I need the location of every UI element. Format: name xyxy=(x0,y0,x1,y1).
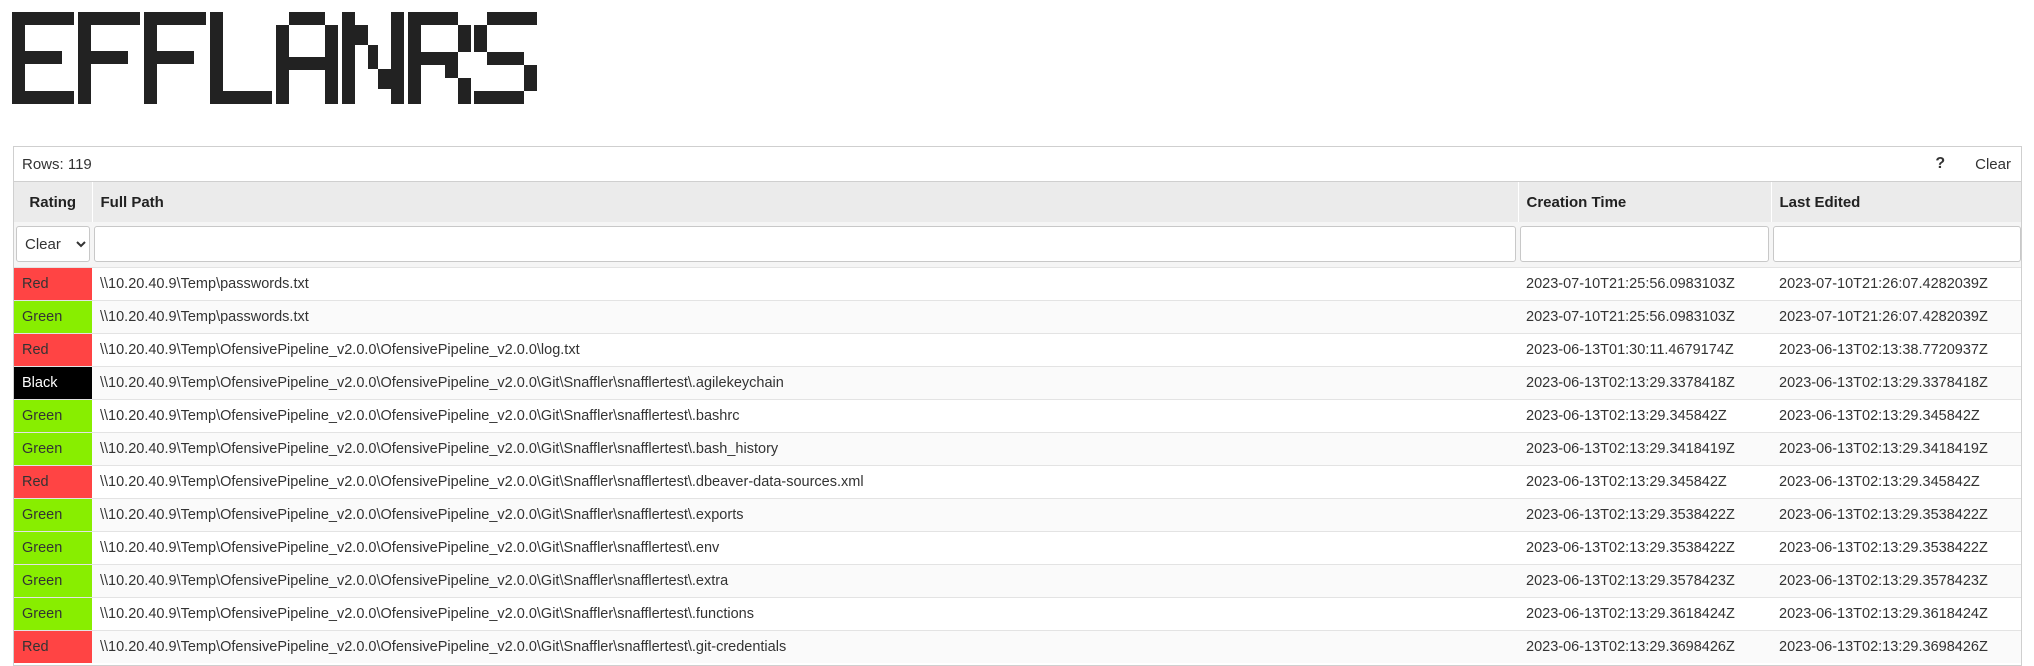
clear-filters-button[interactable]: Clear xyxy=(1975,156,2011,173)
table-row[interactable]: Black \\10.20.40.9\Temp\OfensivePipeline… xyxy=(14,365,2021,399)
table-row[interactable]: Green \\10.20.40.9\Temp\OfensivePipeline… xyxy=(14,530,2021,564)
table-row[interactable]: Green \\10.20.40.9\Temp\OfensivePipeline… xyxy=(14,596,2021,630)
table-row[interactable]: Red \\10.20.40.9\Temp\passwords.txt 2023… xyxy=(14,266,2021,300)
last-edited-cell: 2023-06-13T02:13:29.3378418Z xyxy=(1771,365,2021,399)
creation-time-cell: 2023-06-13T02:13:29.3538422Z xyxy=(1518,530,1771,564)
table-row[interactable]: Red \\10.20.40.9\Temp\OfensivePipeline_v… xyxy=(14,629,2021,663)
creation-time-cell: 2023-06-13T01:30:11.4679174Z xyxy=(1518,332,1771,366)
rating-cell: Green xyxy=(14,596,92,630)
rating-cell: Green xyxy=(14,299,92,333)
creation-time-filter-input[interactable] xyxy=(1520,226,1769,263)
row-count: Rows: 119 xyxy=(22,155,92,173)
rating-cell: Red xyxy=(14,332,92,366)
rating-cell: Green xyxy=(14,398,92,432)
results-table: Rating Full Path Creation Time Last Edit… xyxy=(14,182,2021,663)
column-header-full-path[interactable]: Full Path xyxy=(92,182,1519,222)
path-cell: \\10.20.40.9\Temp\passwords.txt xyxy=(92,266,1518,300)
table-row[interactable]: Green \\10.20.40.9\Temp\OfensivePipeline… xyxy=(14,497,2021,531)
rating-cell: Black xyxy=(14,365,92,399)
rating-cell: Red xyxy=(14,464,92,498)
last-edited-cell: 2023-06-13T02:13:29.3538422Z xyxy=(1771,497,2021,531)
table-row[interactable]: Green \\10.20.40.9\Temp\passwords.txt 20… xyxy=(14,299,2021,333)
last-edited-cell: 2023-06-13T02:13:29.345842Z xyxy=(1771,464,2021,498)
last-edited-filter-input[interactable] xyxy=(1773,226,2021,263)
rating-cell: Red xyxy=(14,629,92,663)
rating-cell: Green xyxy=(14,497,92,531)
path-cell: \\10.20.40.9\Temp\OfensivePipeline_v2.0.… xyxy=(92,563,1518,597)
edited-filter-cell xyxy=(1771,222,2021,267)
results-panel: Rows: 119 ? Clear Rating Full Path Creat… xyxy=(13,146,2022,666)
last-edited-cell: 2023-06-13T02:13:29.3698426Z xyxy=(1771,629,2021,663)
rating-cell: Green xyxy=(14,431,92,465)
path-cell: \\10.20.40.9\Temp\OfensivePipeline_v2.0.… xyxy=(92,464,1518,498)
last-edited-cell: 2023-06-13T02:13:29.3578423Z xyxy=(1771,563,2021,597)
path-filter-cell xyxy=(92,222,1518,267)
path-cell: \\10.20.40.9\Temp\passwords.txt xyxy=(92,299,1518,333)
creation-time-cell: 2023-06-13T02:13:29.345842Z xyxy=(1518,398,1771,432)
header-row: Rating Full Path Creation Time Last Edit… xyxy=(14,182,2021,222)
path-filter-input[interactable] xyxy=(94,226,1516,263)
table-row[interactable]: Red \\10.20.40.9\Temp\OfensivePipeline_v… xyxy=(14,332,2021,366)
path-cell: \\10.20.40.9\Temp\OfensivePipeline_v2.0.… xyxy=(92,497,1518,531)
column-header-rating[interactable]: Rating xyxy=(14,182,93,222)
last-edited-cell: 2023-06-13T02:13:29.3538422Z xyxy=(1771,530,2021,564)
column-header-creation-time[interactable]: Creation Time xyxy=(1518,182,1772,222)
path-cell: \\10.20.40.9\Temp\OfensivePipeline_v2.0.… xyxy=(92,530,1518,564)
rating-cell: Red xyxy=(14,266,92,300)
path-cell: \\10.20.40.9\Temp\OfensivePipeline_v2.0.… xyxy=(92,398,1518,432)
creation-time-cell: 2023-07-10T21:25:56.0983103Z xyxy=(1518,266,1771,300)
last-edited-cell: 2023-06-13T02:13:29.3418419Z xyxy=(1771,431,2021,465)
table-body: Red \\10.20.40.9\Temp\passwords.txt 2023… xyxy=(14,266,2021,663)
creation-time-cell: 2023-06-13T02:13:29.3618424Z xyxy=(1518,596,1771,630)
app-logo xyxy=(12,12,537,104)
creation-time-cell: 2023-06-13T02:13:29.3578423Z xyxy=(1518,563,1771,597)
table-toolbar: Rows: 119 ? Clear xyxy=(14,147,2021,182)
path-cell: \\10.20.40.9\Temp\OfensivePipeline_v2.0.… xyxy=(92,596,1518,630)
creation-time-cell: 2023-07-10T21:25:56.0983103Z xyxy=(1518,299,1771,333)
last-edited-cell: 2023-06-13T02:13:29.3618424Z xyxy=(1771,596,2021,630)
path-cell: \\10.20.40.9\Temp\OfensivePipeline_v2.0.… xyxy=(92,431,1518,465)
creation-time-cell: 2023-06-13T02:13:29.3378418Z xyxy=(1518,365,1771,399)
creation-time-cell: 2023-06-13T02:13:29.3538422Z xyxy=(1518,497,1771,531)
creation-time-cell: 2023-06-13T02:13:29.3698426Z xyxy=(1518,629,1771,663)
table-row[interactable]: Green \\10.20.40.9\Temp\OfensivePipeline… xyxy=(14,431,2021,465)
rating-filter-select[interactable]: Clear xyxy=(16,226,90,263)
column-header-last-edited[interactable]: Last Edited xyxy=(1771,182,2021,222)
path-cell: \\10.20.40.9\Temp\OfensivePipeline_v2.0.… xyxy=(92,332,1518,366)
filter-row: Clear xyxy=(14,222,2021,267)
table-row[interactable]: Green \\10.20.40.9\Temp\OfensivePipeline… xyxy=(14,563,2021,597)
last-edited-cell: 2023-06-13T02:13:38.7720937Z xyxy=(1771,332,2021,366)
path-cell: \\10.20.40.9\Temp\OfensivePipeline_v2.0.… xyxy=(92,365,1518,399)
rating-cell: Green xyxy=(14,530,92,564)
last-edited-cell: 2023-07-10T21:26:07.4282039Z xyxy=(1771,299,2021,333)
rating-cell: Green xyxy=(14,563,92,597)
path-cell: \\10.20.40.9\Temp\OfensivePipeline_v2.0.… xyxy=(92,629,1518,663)
creation-time-cell: 2023-06-13T02:13:29.345842Z xyxy=(1518,464,1771,498)
rating-filter-cell: Clear xyxy=(14,222,92,267)
last-edited-cell: 2023-06-13T02:13:29.345842Z xyxy=(1771,398,2021,432)
table-row[interactable]: Red \\10.20.40.9\Temp\OfensivePipeline_v… xyxy=(14,464,2021,498)
creation-time-cell: 2023-06-13T02:13:29.3418419Z xyxy=(1518,431,1771,465)
last-edited-cell: 2023-07-10T21:26:07.4282039Z xyxy=(1771,266,2021,300)
creation-filter-cell xyxy=(1518,222,1771,267)
help-button[interactable]: ? xyxy=(1935,155,1945,173)
table-row[interactable]: Green \\10.20.40.9\Temp\OfensivePipeline… xyxy=(14,398,2021,432)
